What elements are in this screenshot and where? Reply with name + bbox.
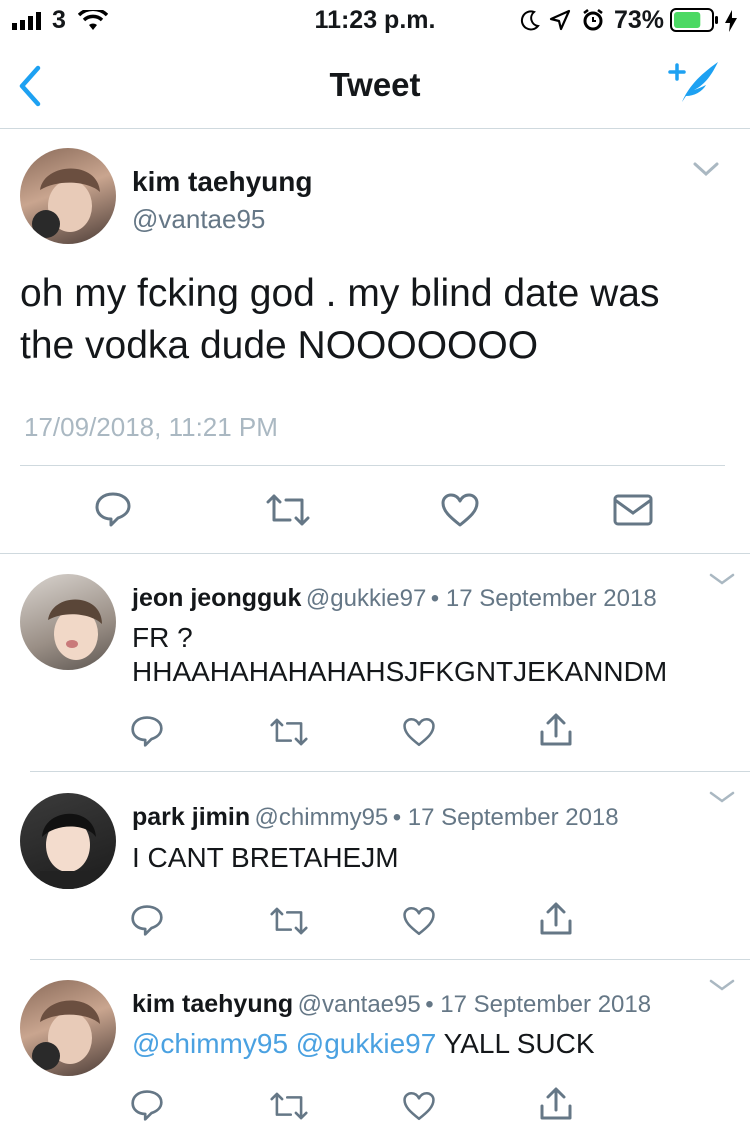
avatar[interactable] (20, 980, 116, 1076)
reply-icon[interactable] (94, 490, 132, 528)
tweet-text-line-2: the vodka dude NOOOOOOO (20, 324, 539, 367)
author-name[interactable]: park jimin (132, 803, 250, 831)
like-icon[interactable] (440, 492, 480, 528)
avatar[interactable] (20, 574, 116, 670)
battery-icon (670, 8, 720, 32)
divider (20, 465, 725, 466)
reply-header: jeon jeongguk @gukkie97 • 17 September 2… (132, 584, 657, 613)
share-icon[interactable] (538, 901, 574, 937)
retweet-icon[interactable] (270, 905, 308, 937)
divider (0, 553, 750, 554)
like-icon[interactable] (402, 905, 436, 937)
author-handle[interactable]: @vantae95 (298, 991, 421, 1018)
reply-text-body: YALL SUCK (443, 1028, 595, 1059)
compose-tweet-button[interactable] (668, 58, 722, 106)
reply-icon[interactable] (130, 1088, 164, 1122)
status-bar: 3 11:23 p.m. 73% (0, 0, 750, 40)
share-icon[interactable] (538, 712, 574, 748)
author-name[interactable]: kim taehyung (132, 990, 293, 1018)
divider (30, 771, 750, 772)
reply-text-line-1: FR ? (132, 622, 193, 653)
retweet-icon[interactable] (266, 492, 310, 528)
reply-icon[interactable] (130, 903, 164, 937)
charging-bolt-icon (724, 9, 738, 33)
author-handle[interactable]: @chimmy95 (255, 804, 389, 831)
avatar[interactable] (20, 793, 116, 889)
chevron-down-icon[interactable] (708, 572, 736, 586)
author-name[interactable]: jeon jeongguk (132, 584, 301, 612)
like-icon[interactable] (402, 716, 436, 748)
chevron-down-icon[interactable] (708, 978, 736, 992)
battery-percent: 73% (614, 6, 665, 34)
mention-link[interactable]: @chimmy95 (132, 1028, 288, 1059)
moon-icon (520, 10, 540, 32)
nav-bar: Tweet (0, 40, 750, 129)
share-icon[interactable] (538, 1086, 574, 1122)
like-icon[interactable] (402, 1090, 436, 1122)
reply-text: @chimmy95 @gukkie97 YALL SUCK (132, 1028, 595, 1060)
divider (30, 959, 750, 960)
author-handle[interactable]: @vantae95 (132, 204, 265, 235)
chevron-down-icon[interactable] (692, 160, 720, 178)
retweet-icon[interactable] (270, 1090, 308, 1122)
avatar[interactable] (20, 148, 116, 244)
page-title: Tweet (329, 66, 421, 103)
direct-message-icon[interactable] (612, 492, 654, 528)
tweet-timestamp: 17/09/2018, 11:21 PM (24, 412, 278, 442)
author-handle[interactable]: @gukkie97 (306, 585, 426, 612)
reply-text-line-1: I CANT BRETAHEJM (132, 842, 399, 873)
reply-date: • 17 September 2018 (430, 585, 657, 612)
mention-link[interactable]: @gukkie97 (296, 1028, 437, 1059)
reply-header: park jimin @chimmy95 • 17 September 2018 (132, 803, 619, 832)
chevron-down-icon[interactable] (708, 790, 736, 804)
reply-header: kim taehyung @vantae95 • 17 September 20… (132, 990, 651, 1019)
location-arrow-icon (549, 9, 571, 31)
retweet-icon[interactable] (270, 716, 308, 748)
author-name[interactable]: kim taehyung (132, 166, 312, 198)
reply-date: • 17 September 2018 (392, 804, 619, 831)
tweet-text-line-1: oh my fcking god . my blind date was (20, 272, 660, 315)
reply-date: • 17 September 2018 (425, 991, 652, 1018)
reply-text-line-2: HHAAHAHAHAHAHSJFKGNTJEKANNDM (132, 656, 668, 687)
reply-icon[interactable] (130, 714, 164, 748)
alarm-icon (581, 8, 605, 32)
